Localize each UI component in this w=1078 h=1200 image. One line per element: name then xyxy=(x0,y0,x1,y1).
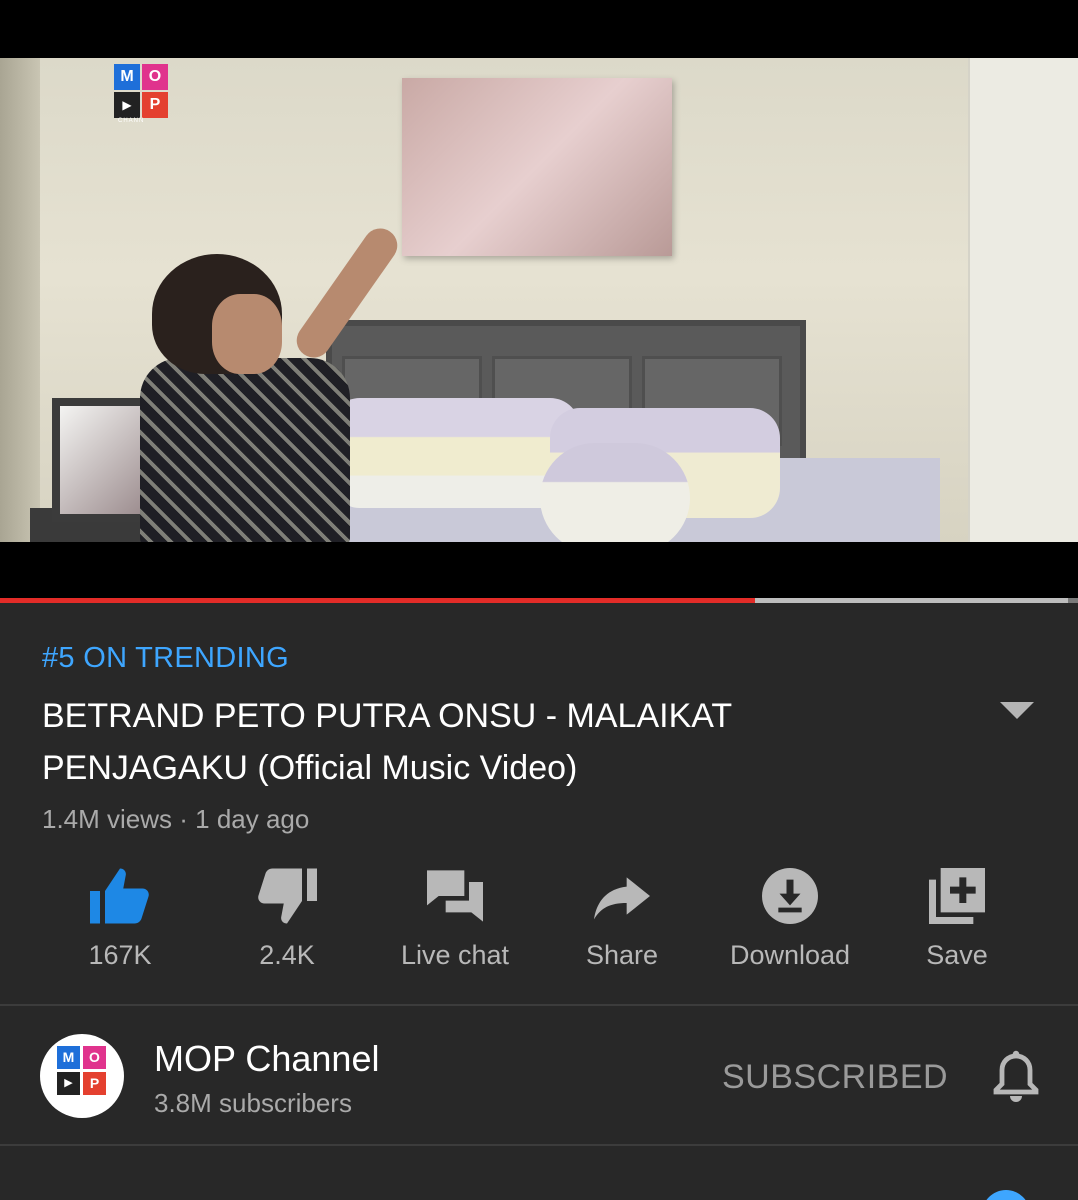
download-button[interactable]: Download xyxy=(710,862,870,992)
video-player[interactable]: M O ▶ P CHANN xyxy=(0,0,1078,598)
save-label: Save xyxy=(926,940,988,970)
avatar-letter: O xyxy=(83,1046,106,1069)
action-bar: 167K 2.4K Live chat Share Download Save xyxy=(0,862,1078,992)
video-scene-wall-photo xyxy=(402,78,672,256)
bell-icon xyxy=(993,1050,1039,1102)
divider xyxy=(0,1144,1078,1146)
live-chat-icon xyxy=(427,870,483,922)
divider xyxy=(0,1004,1078,1006)
floating-action-indicator[interactable] xyxy=(982,1190,1030,1200)
video-frame[interactable]: M O ▶ P CHANN xyxy=(0,58,1078,542)
avatar-letter: P xyxy=(83,1072,106,1095)
dislike-count: 2.4K xyxy=(259,940,315,970)
chevron-down-icon[interactable] xyxy=(1000,702,1034,719)
progress-played xyxy=(0,598,755,603)
subscriber-count: 3.8M subscribers xyxy=(154,1088,352,1118)
live-chat-label: Live chat xyxy=(400,940,510,970)
video-scene-face xyxy=(212,294,282,374)
video-scene-curtain xyxy=(0,58,40,542)
video-progress-bar[interactable] xyxy=(0,598,1078,603)
save-button[interactable]: Save xyxy=(877,862,1037,992)
video-scene-bolster xyxy=(540,443,690,542)
notification-bell-button[interactable] xyxy=(992,1050,1040,1109)
share-label: Share xyxy=(585,940,659,970)
avatar-letter: ▶ xyxy=(57,1072,80,1095)
channel-avatar[interactable]: M O ▶ P xyxy=(40,1034,124,1118)
download-icon xyxy=(762,868,818,924)
watermark-letter: O xyxy=(142,64,168,90)
like-button[interactable]: 167K xyxy=(40,862,200,992)
watermark-letter: P xyxy=(142,92,168,118)
download-label: Download xyxy=(729,940,851,970)
channel-watermark-logo: M O ▶ P CHANN xyxy=(112,62,170,124)
like-count: 167K xyxy=(88,940,152,970)
thumbs-up-icon xyxy=(90,868,149,924)
subscribe-button[interactable]: SUBSCRIBED xyxy=(722,1058,948,1097)
avatar-letter: M xyxy=(57,1046,80,1069)
video-title[interactable]: BETRAND PETO PUTRA ONSU - MALAIKAT PENJA… xyxy=(42,690,942,794)
channel-name[interactable]: MOP Channel xyxy=(154,1038,379,1080)
live-chat-button[interactable]: Live chat xyxy=(375,862,535,992)
save-playlist-icon xyxy=(929,868,985,924)
progress-buffered xyxy=(755,598,1068,603)
watermark-letter: M xyxy=(114,64,140,90)
thumbs-down-icon xyxy=(258,868,317,924)
trending-badge[interactable]: #5 ON TRENDING xyxy=(42,642,289,675)
video-meta: 1.4M views · 1 day ago xyxy=(42,804,310,834)
share-icon xyxy=(594,877,650,920)
watermark-caption: CHANN xyxy=(118,118,145,124)
share-button[interactable]: Share xyxy=(542,862,702,992)
dislike-button[interactable]: 2.4K xyxy=(207,862,367,992)
video-scene-wardrobe xyxy=(968,58,1078,542)
watermark-letter: ▶ xyxy=(114,92,140,118)
video-scene-person xyxy=(140,358,350,542)
